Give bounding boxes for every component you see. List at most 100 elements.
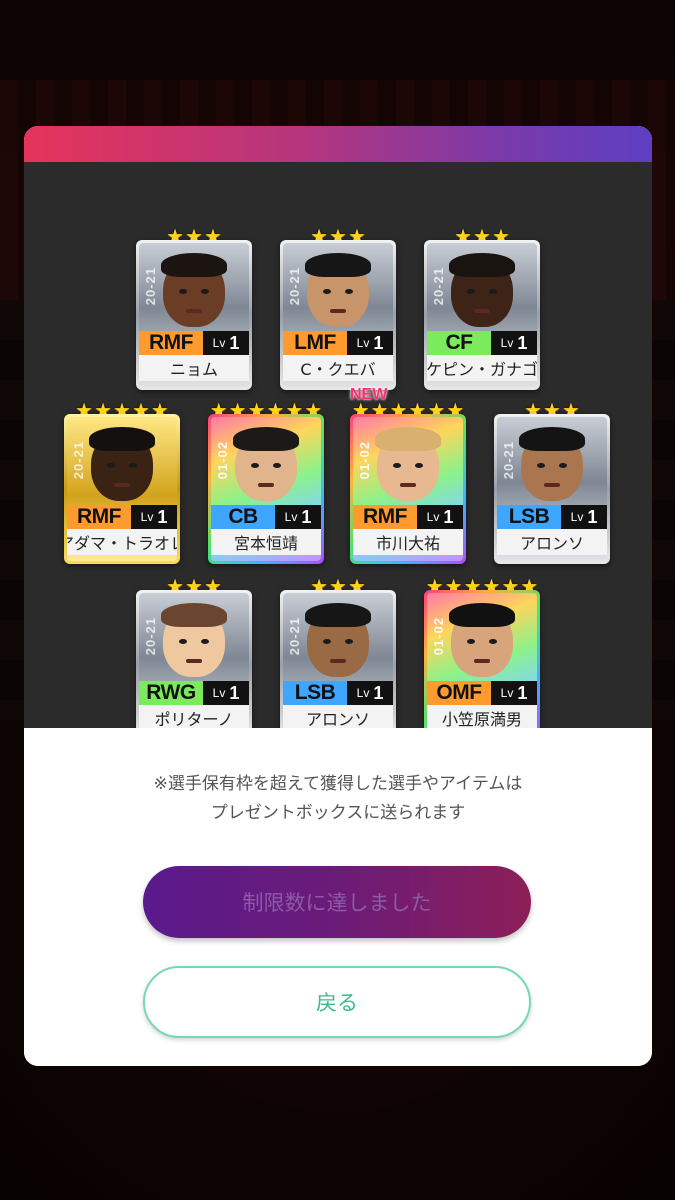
level-label: Lv 1 bbox=[275, 505, 321, 529]
position-level-row: LSB Lv 1 bbox=[497, 505, 607, 529]
player-eye bbox=[467, 639, 475, 644]
player-eye bbox=[345, 639, 353, 644]
player-name: アダマ・トラオレ bbox=[67, 529, 177, 555]
gacha-result-modal: ★ ★ ★ 20-21 RMF Lv 1 ニョム ★ ★ ★ 20-21 LMF Lv 1 C・クエバ ★ ★… bbox=[24, 126, 652, 1066]
level-value: 1 bbox=[373, 332, 384, 353]
player-eye bbox=[489, 289, 497, 294]
position-label: LSB bbox=[497, 505, 561, 529]
position-level-row: LSB Lv 1 bbox=[283, 681, 393, 705]
player-hair bbox=[305, 603, 371, 627]
level-prefix: Lv bbox=[212, 686, 226, 700]
player-face-icon bbox=[161, 603, 227, 677]
modal-header-bar bbox=[24, 126, 652, 162]
player-card[interactable]: ★ ★ ★ 20-21 RWG Lv 1 ポリターノ bbox=[136, 576, 252, 740]
season-label: 20-21 bbox=[143, 617, 158, 656]
level-label: Lv 1 bbox=[417, 505, 463, 529]
level-prefix: Lv bbox=[500, 686, 514, 700]
back-button[interactable]: 戻る bbox=[143, 966, 531, 1038]
player-hair bbox=[449, 253, 515, 277]
player-card[interactable]: ★ ★ ★ 20-21 LSB Lv 1 アロンソ bbox=[280, 576, 396, 740]
level-label: Lv 1 bbox=[131, 505, 177, 529]
player-card[interactable]: ★ ★ ★ ★ ★ ★ 01-02 CB Lv 1 宮本恒靖 bbox=[208, 400, 324, 564]
card-inner: 20-21RMFLv1アダマ・トラオレ bbox=[67, 417, 177, 561]
player-mouth bbox=[186, 659, 202, 663]
player-name: ケピン・ガナゴ bbox=[427, 355, 537, 381]
player-mouth bbox=[544, 483, 560, 487]
season-label: 20-21 bbox=[287, 617, 302, 656]
player-card[interactable]: NEW ★ ★ ★ ★ ★ ★ 01-02 RMF Lv 1 市川大祐 bbox=[350, 386, 466, 564]
level-prefix: Lv bbox=[570, 510, 584, 524]
card-frame: 01-02 CB Lv 1 宮本恒靖 bbox=[208, 414, 324, 564]
player-hair bbox=[519, 427, 585, 451]
position-level-row: RMF Lv 1 bbox=[353, 505, 463, 529]
position-label: CF bbox=[427, 331, 491, 355]
player-face-icon bbox=[89, 427, 155, 501]
player-card[interactable]: ★ ★ ★ 20-21 LSB Lv 1 アロンソ bbox=[494, 400, 610, 564]
position-label: LMF bbox=[283, 331, 347, 355]
position-label: OMF bbox=[427, 681, 491, 705]
level-prefix: Lv bbox=[284, 510, 298, 524]
player-eye bbox=[129, 463, 137, 468]
level-value: 1 bbox=[157, 506, 168, 527]
level-prefix: Lv bbox=[500, 336, 514, 350]
card-frame: 20-21RMFLv1アダマ・トラオレ bbox=[64, 414, 180, 564]
level-value: 1 bbox=[229, 332, 240, 353]
season-label: 01-02 bbox=[215, 441, 230, 480]
player-eye bbox=[179, 639, 187, 644]
player-eye bbox=[393, 463, 401, 468]
player-mouth bbox=[330, 309, 346, 313]
season-label: 01-02 bbox=[357, 441, 372, 480]
player-name: 市川大祐 bbox=[353, 529, 463, 555]
card-inner: 20-21 LSB Lv 1 アロンソ bbox=[497, 417, 607, 561]
player-card[interactable]: ★ ★ ★ 20-21 CF Lv 1 ケピン・ガナゴ bbox=[424, 226, 540, 390]
card-frame: 20-21 RWG Lv 1 ポリターノ bbox=[136, 590, 252, 740]
position-level-row: OMF Lv 1 bbox=[427, 681, 537, 705]
player-hair bbox=[161, 603, 227, 627]
card-inner: 20-21 RWG Lv 1 ポリターノ bbox=[139, 593, 249, 737]
season-label: 20-21 bbox=[71, 441, 86, 480]
level-value: 1 bbox=[587, 506, 598, 527]
player-card[interactable]: ★ ★ ★ ★ ★ ★ 01-02 OMF Lv 1 小笠原満男 bbox=[424, 576, 540, 740]
position-level-row: RMF Lv 1 bbox=[139, 331, 249, 355]
level-label: Lv 1 bbox=[347, 681, 393, 705]
card-inner: 01-02 RMF Lv 1 市川大祐 bbox=[353, 417, 463, 561]
player-face-icon bbox=[305, 253, 371, 327]
notice-line-2: プレゼントボックスに送られます bbox=[210, 803, 466, 823]
level-prefix: Lv bbox=[140, 510, 154, 524]
position-label: CB bbox=[211, 505, 275, 529]
player-eye bbox=[345, 289, 353, 294]
limit-reached-button[interactable]: 制限数に達しました bbox=[143, 866, 531, 938]
level-value: 1 bbox=[517, 682, 528, 703]
position-label: RMF bbox=[139, 331, 203, 355]
position-level-row: CB Lv 1 bbox=[211, 505, 321, 529]
card-frame: 01-02 RMF Lv 1 市川大祐 bbox=[350, 414, 466, 564]
player-card[interactable]: ★★★★★20-21RMFLv1アダマ・トラオレ bbox=[64, 400, 180, 564]
player-eye bbox=[323, 289, 331, 294]
player-name: 宮本恒靖 bbox=[211, 529, 321, 555]
card-grid: ★ ★ ★ 20-21 RMF Lv 1 ニョム ★ ★ ★ 20-21 LMF Lv 1 C・クエバ ★ ★… bbox=[24, 162, 652, 740]
level-label: Lv 1 bbox=[203, 681, 249, 705]
player-mouth bbox=[186, 309, 202, 313]
player-hair bbox=[375, 427, 441, 451]
player-eye bbox=[323, 639, 331, 644]
player-face-icon bbox=[233, 427, 299, 501]
player-hair bbox=[233, 427, 299, 451]
player-name: ニョム bbox=[139, 355, 249, 381]
player-mouth bbox=[474, 659, 490, 663]
player-mouth bbox=[400, 483, 416, 487]
player-card[interactable]: ★ ★ ★ 20-21 LMF Lv 1 C・クエバ bbox=[280, 226, 396, 390]
player-mouth bbox=[114, 483, 130, 487]
season-label: 20-21 bbox=[431, 267, 446, 306]
player-mouth bbox=[330, 659, 346, 663]
player-eye bbox=[415, 463, 423, 468]
player-hair bbox=[449, 603, 515, 627]
card-frame: 20-21 LSB Lv 1 アロンソ bbox=[280, 590, 396, 740]
level-label: Lv 1 bbox=[491, 681, 537, 705]
position-label: RMF bbox=[353, 505, 417, 529]
level-prefix: Lv bbox=[426, 510, 440, 524]
player-face-icon bbox=[305, 603, 371, 677]
player-card[interactable]: ★ ★ ★ 20-21 RMF Lv 1 ニョム bbox=[136, 226, 252, 390]
player-hair bbox=[305, 253, 371, 277]
player-eye bbox=[537, 463, 545, 468]
player-eye bbox=[489, 639, 497, 644]
